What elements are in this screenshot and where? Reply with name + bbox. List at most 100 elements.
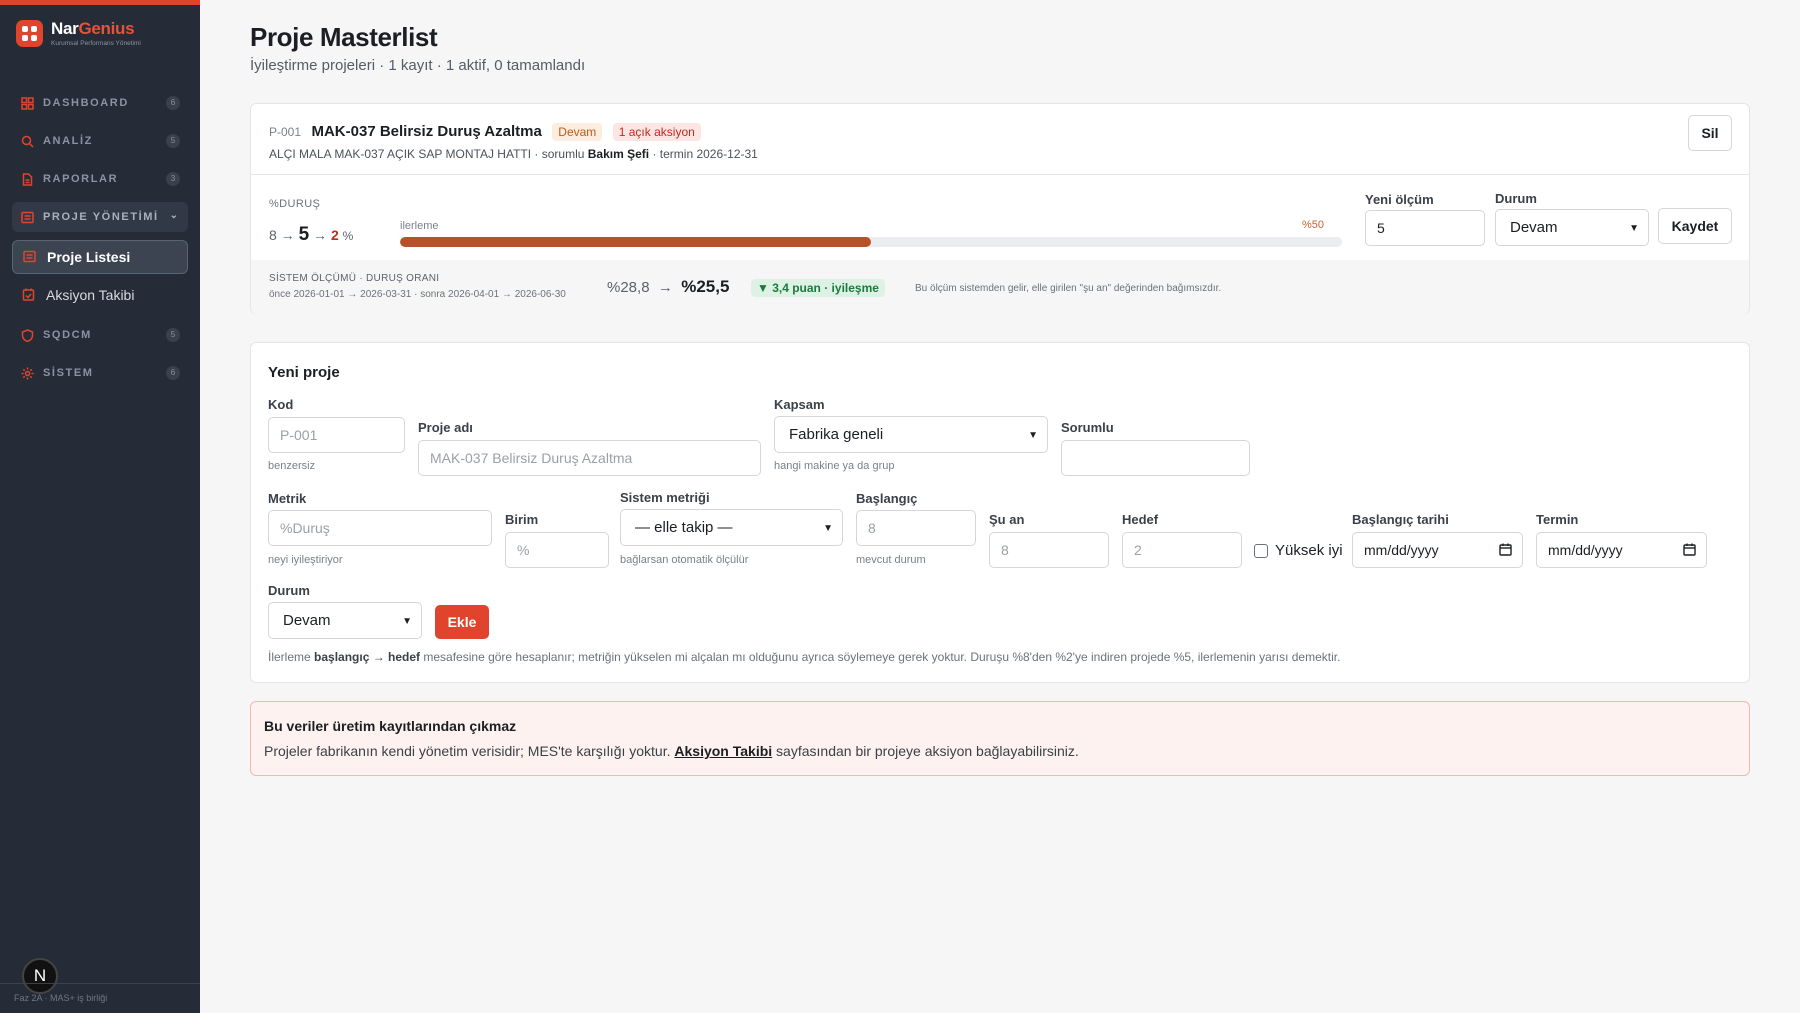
progress-label: ilerleme xyxy=(400,220,439,232)
brand[interactable]: NarGenius Kurumsal Performans Yönetimi xyxy=(16,19,141,47)
system-metric-select[interactable]: — elle takip — ▼ xyxy=(620,509,843,546)
project-name: MAK-037 Belirsiz Duruş Azaltma xyxy=(311,123,542,140)
count-badge: 5 xyxy=(166,134,180,148)
checkbox-box[interactable] xyxy=(1254,543,1268,558)
new-project-form: Yeni proje Kod P-001 benzersiz Proje adı… xyxy=(250,342,1750,683)
metric-values: 8 → 5 → 2 % xyxy=(269,224,354,245)
metric-input[interactable]: %Duruş xyxy=(268,510,492,546)
new-measure-input[interactable]: 5 xyxy=(1365,210,1485,246)
status-select[interactable]: Devam ▼ xyxy=(1495,209,1649,246)
owner-input[interactable] xyxy=(1061,440,1250,476)
system-measure-values: %28,8 → %25,5 xyxy=(607,277,730,296)
higher-better-checkbox[interactable]: Yüksek iyi xyxy=(1254,542,1343,559)
form-title: Yeni proje xyxy=(268,364,340,381)
sidebar-footer: Faz 2A · MAS+ iş birliği xyxy=(0,983,200,1013)
save-button[interactable]: Kaydet xyxy=(1658,208,1732,244)
page-title: Proje Masterlist xyxy=(250,22,438,52)
scope-label: Kapsam xyxy=(774,397,825,412)
brand-name: NarGenius xyxy=(51,19,135,38)
form-status-label: Durum xyxy=(268,583,310,598)
calendar-icon[interactable] xyxy=(1499,543,1512,556)
project-name-label: Proje adı xyxy=(418,420,473,435)
scope-hint: hangi makine ya da grup xyxy=(774,460,895,472)
form-status-select[interactable]: Devam ▼ xyxy=(268,602,422,639)
progress-fill xyxy=(400,237,871,247)
project-card: P-001 MAK-037 Belirsiz Duruş Azaltma Dev… xyxy=(250,103,1750,314)
start-hint: mevcut durum xyxy=(856,554,926,566)
code-input[interactable]: P-001 xyxy=(268,417,405,453)
brand-subtitle: Kurumsal Performans Yönetimi xyxy=(51,40,141,47)
chevron-down-icon: ▼ xyxy=(1629,222,1639,234)
status-badge: Devam xyxy=(552,123,603,141)
metric-label: %DURUŞ xyxy=(269,198,321,210)
unit-input[interactable]: % xyxy=(505,532,609,568)
count-badge: 6 xyxy=(166,96,180,110)
sidebar-subitem-label: Aksiyon Takibi xyxy=(46,287,135,303)
count-badge: 3 xyxy=(166,172,180,186)
start-label: Başlangıç xyxy=(856,491,918,506)
target-label: Hedef xyxy=(1122,512,1159,527)
code-label: Kod xyxy=(268,397,294,412)
sidebar-item-label: PROJE YÖNETİMİ xyxy=(43,211,159,223)
sidebar-item-label: SQDCM xyxy=(43,329,92,341)
sidebar-item-dashboard[interactable]: DASHBOARD 6 xyxy=(12,88,188,118)
sidebar-subitem-proje-listesi[interactable]: Proje Listesi xyxy=(12,240,188,274)
sidebar-subitem-label: Proje Listesi xyxy=(47,249,131,265)
code-hint: benzersiz xyxy=(268,460,316,472)
target-input[interactable]: 2 xyxy=(1122,532,1242,568)
calendar-icon[interactable] xyxy=(1683,543,1696,556)
form-footnote: İlerleme başlangıç → hedef mesafesine gö… xyxy=(268,650,1341,664)
now-input[interactable]: 8 xyxy=(989,532,1109,568)
open-actions-badge[interactable]: 1 açık aksiyon xyxy=(612,123,701,141)
gear-icon xyxy=(20,366,34,380)
sidebar-item-proje-yonetimi[interactable]: PROJE YÖNETİMİ ⌄ xyxy=(12,202,188,232)
search-icon xyxy=(20,134,34,148)
metric-hint: neyi iyileştiriyor xyxy=(268,554,343,566)
delete-button[interactable]: Sil xyxy=(1688,115,1732,151)
document-icon xyxy=(20,172,34,186)
improvement-badge: ▼ 3,4 puan · iyileşme xyxy=(751,279,885,297)
scope-select[interactable]: Fabrika geneli ▼ xyxy=(774,416,1048,453)
list-icon xyxy=(23,250,37,264)
system-metric-label: Sistem metriği xyxy=(620,490,710,505)
chevron-down-icon: ⌄ xyxy=(169,210,178,221)
sidebar-item-analiz[interactable]: ANALİZ 5 xyxy=(12,126,188,156)
brand-logo-icon xyxy=(16,19,43,47)
count-badge: 5 xyxy=(166,328,180,342)
metric-label: Metrik xyxy=(268,491,307,506)
info-notice: Bu veriler üretim kayıtlarından çıkmaz P… xyxy=(250,701,1750,776)
project-meta: ALÇI MALA MAK-037 AÇIK SAP MONTAJ HATTI … xyxy=(269,147,758,161)
unit-label: Birim xyxy=(505,512,539,527)
system-measure-row: SİSTEM ÖLÇÜMÜ · DURUŞ ORANI önce 2026-01… xyxy=(251,260,1749,314)
sidebar-item-raporlar[interactable]: RAPORLAR 3 xyxy=(12,164,188,194)
status-label: Durum xyxy=(1495,191,1537,206)
start-input[interactable]: 8 xyxy=(856,510,976,546)
sidebar-item-label: ANALİZ xyxy=(43,135,93,147)
unit: % xyxy=(342,229,354,243)
sidebar-item-sistem[interactable]: SİSTEM 6 xyxy=(12,358,188,388)
page-subtitle: İyileştirme projeleri · 1 kayıt · 1 akti… xyxy=(250,57,586,74)
due-date-label: Termin xyxy=(1536,512,1579,527)
notice-text: Projeler fabrikanın kendi yönetim verisi… xyxy=(264,743,1079,759)
sidebar-item-label: DASHBOARD xyxy=(43,97,129,109)
due-date-input[interactable]: mm/dd/yyyy xyxy=(1536,532,1707,568)
system-measure-label: SİSTEM ÖLÇÜMÜ · DURUŞ ORANI xyxy=(269,273,440,284)
system-measure-range: önce 2026-01-01 → 2026-03-31 · sonra 202… xyxy=(269,289,566,300)
aksiyon-takibi-link[interactable]: Aksiyon Takibi xyxy=(674,743,772,759)
owner-label: Sorumlu xyxy=(1061,420,1114,435)
chevron-down-icon: ▼ xyxy=(823,522,833,534)
current-value: 5 xyxy=(298,224,310,245)
notice-title: Bu veriler üretim kayıtlarından çıkmaz xyxy=(264,718,517,734)
add-button[interactable]: Ekle xyxy=(435,605,489,639)
sidebar-subitem-aksiyon-takibi[interactable]: Aksiyon Takibi xyxy=(12,278,188,312)
project-code: P-001 xyxy=(269,125,302,139)
checklist-icon xyxy=(22,288,36,302)
grid-icon xyxy=(20,96,34,110)
start-date-input[interactable]: mm/dd/yyyy xyxy=(1352,532,1523,568)
list-icon xyxy=(20,210,34,224)
count-badge: 6 xyxy=(166,366,180,380)
new-measure-label: Yeni ölçüm xyxy=(1365,192,1434,207)
sidebar-item-sqdcm[interactable]: SQDCM 5 xyxy=(12,320,188,350)
project-name-input[interactable]: MAK-037 Belirsiz Duruş Azaltma xyxy=(418,440,761,476)
target-value: 2 xyxy=(330,227,339,243)
